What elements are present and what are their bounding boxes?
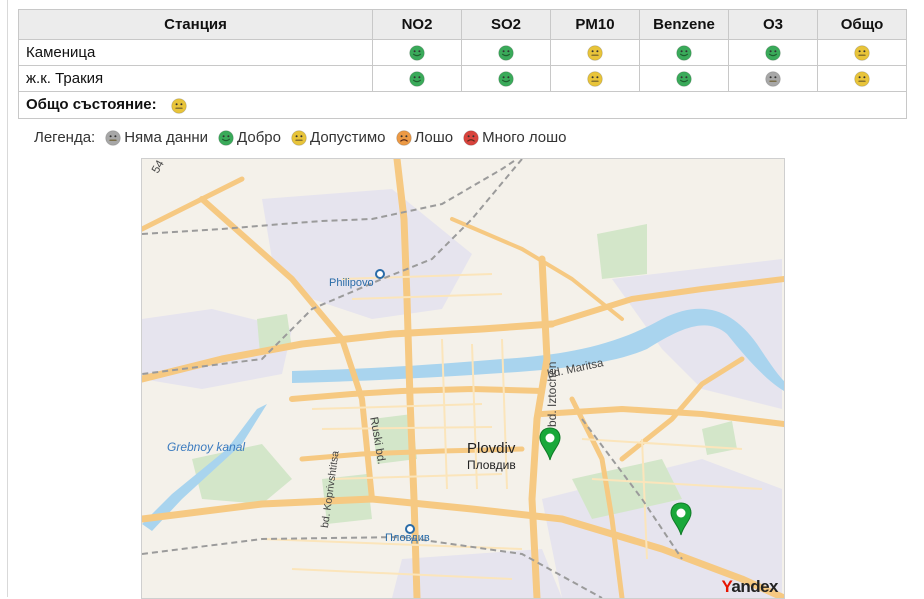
status-face-icon	[854, 71, 870, 87]
status-face-icon	[587, 45, 603, 61]
legend-label: Добро	[237, 129, 281, 146]
station-pin-icon[interactable]	[669, 502, 693, 536]
status-face-icon	[854, 45, 870, 61]
city-map[interactable]: 54 Philipovo bd. Maritsa Grebnoy kanal R…	[141, 158, 785, 599]
header-so2: SO2	[461, 9, 551, 40]
header-no2: NO2	[372, 9, 462, 40]
status-face-icon	[587, 71, 603, 87]
verybad-face-icon	[463, 129, 479, 146]
legend-label: Лошо	[414, 129, 454, 146]
header-benzene: Benzene	[639, 9, 729, 40]
overall-status-label: Общо състояние:	[26, 96, 157, 114]
status-face-icon	[676, 71, 692, 87]
legend-label: Няма данни	[124, 129, 209, 146]
legend: Легенда: Няма данни Добро Допустимо Лошо…	[34, 129, 567, 146]
nodata-face-icon	[105, 129, 121, 146]
legend-item-verybad: Много лошо	[463, 129, 567, 146]
map-label-philipovo: Philipovo	[329, 277, 374, 289]
status-face-icon	[765, 71, 781, 87]
header-total: Общо	[817, 9, 907, 40]
overall-status-row: Общо състояние:	[18, 91, 907, 119]
status-face-icon	[498, 45, 514, 61]
legend-label: Много лошо	[482, 129, 567, 146]
map-label-city-bg: Пловдив	[467, 458, 516, 472]
station-name: ж.к. Тракия	[18, 65, 373, 92]
map-label-station-bg: Пловдив	[385, 532, 430, 544]
yandex-logo: Yandex	[721, 577, 778, 596]
status-face-icon	[498, 71, 514, 87]
legend-item-nodata: Няма данни	[105, 129, 208, 146]
station-pin-icon[interactable]	[538, 427, 562, 461]
bad-face-icon	[395, 129, 412, 146]
map-label-grebnoy-kanal: Grebnoy kanal	[167, 440, 246, 454]
legend-item-good: Добро	[218, 129, 281, 146]
good-face-icon	[218, 129, 234, 146]
status-face-icon	[676, 45, 692, 61]
map-label-city-en: Plovdiv	[467, 440, 516, 457]
header-o3: O3	[728, 9, 818, 40]
acceptable-face-icon	[291, 129, 307, 146]
header-pm10: PM10	[550, 9, 640, 40]
legend-label: Допустимо	[310, 129, 386, 146]
legend-item-acceptable: Допустимо	[291, 129, 386, 146]
status-face-icon	[765, 45, 781, 61]
table-header-row: Станция NO2 SO2 PM10 Benzene O3 Общо	[18, 9, 907, 40]
station-name: Каменица	[18, 39, 373, 66]
header-station: Станция	[18, 9, 373, 40]
air-quality-table: Станция NO2 SO2 PM10 Benzene O3 Общо Кам…	[18, 9, 907, 119]
table-row: Каменица	[18, 39, 907, 66]
status-face-icon	[409, 45, 425, 61]
status-face-icon	[409, 71, 425, 87]
legend-item-bad: Лошо	[395, 129, 454, 146]
map-label-bd-iztochen: bd. Iztochen	[545, 361, 559, 427]
page-left-rule	[7, 0, 8, 597]
overall-status-face-icon	[171, 97, 187, 114]
legend-title: Легенда:	[34, 129, 96, 146]
table-row: ж.к. Тракия	[18, 65, 907, 92]
